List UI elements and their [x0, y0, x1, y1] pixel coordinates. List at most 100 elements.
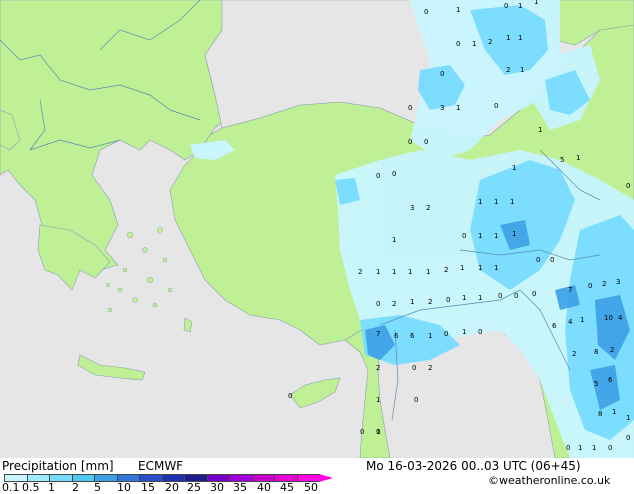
precip-value: 0: [360, 428, 364, 436]
precip-value: 0: [392, 170, 396, 178]
precip-value: 6: [394, 332, 399, 340]
precip-value: 1: [410, 298, 414, 306]
precip-value: 1: [612, 408, 616, 416]
precip-value: 1: [512, 164, 516, 172]
precip-value: 0: [446, 296, 450, 304]
precip-value: 1: [520, 66, 524, 74]
precip-value: 2: [602, 280, 606, 288]
precip-value: 5: [560, 156, 564, 164]
precip-value: 7: [376, 330, 380, 338]
scale-label: 0.5: [22, 481, 40, 494]
precip-value: 4: [618, 314, 623, 322]
precip-value: 1: [478, 198, 482, 206]
precip-value: 1: [376, 268, 380, 276]
precip-value: 2: [392, 300, 396, 308]
precip-value: 0: [566, 444, 570, 452]
precip-value: 6: [608, 376, 613, 384]
precip-value: 0: [608, 444, 612, 452]
scale-label: 40: [257, 481, 271, 494]
precip-value: 3: [410, 204, 414, 212]
precip-value: 0: [414, 396, 418, 404]
precip-value: 1: [494, 264, 498, 272]
precip-value: 0: [498, 292, 502, 300]
precip-value: 0: [514, 292, 518, 300]
precip-value: 1: [478, 264, 482, 272]
precip-value: 6: [410, 332, 415, 340]
precip-value: 0: [408, 104, 412, 112]
precip-value: 1: [592, 444, 596, 452]
scale-label: 25: [187, 481, 201, 494]
precip-value: 2: [610, 346, 614, 354]
precip-value: 1: [392, 236, 396, 244]
scale-label: 20: [165, 481, 179, 494]
precip-value: 1: [506, 34, 510, 42]
precip-value: 1: [456, 104, 460, 112]
precip-value: 1: [426, 268, 430, 276]
precip-value: 10: [604, 314, 613, 322]
precip-value: 6: [552, 322, 557, 330]
precip-value: 3: [616, 278, 620, 286]
scale-label: 2: [72, 481, 79, 494]
precip-value: 1: [472, 40, 476, 48]
precip-value: 2: [426, 204, 430, 212]
precip-value: 2: [444, 266, 448, 274]
precip-value: 2: [376, 364, 380, 372]
precip-value: 0: [376, 172, 380, 180]
precip-value: 0: [456, 40, 460, 48]
precip-value: 2: [358, 268, 362, 276]
precip-value: 1: [494, 232, 498, 240]
precip-value: 0: [440, 70, 444, 78]
precip-value: 0: [588, 282, 592, 290]
precip-value: 0: [626, 182, 630, 190]
valid-datetime: Mo 16-03-2026 00..03 UTC (06+45): [366, 459, 581, 473]
precip-value: 0: [536, 256, 540, 264]
precip-value: 0: [550, 256, 554, 264]
precip-value: 3: [440, 104, 444, 112]
scale-label: 30: [210, 481, 224, 494]
scale-label: 45: [280, 481, 294, 494]
precip-value: 1: [428, 332, 432, 340]
precip-value: 5: [594, 380, 598, 388]
precip-value: 0: [504, 2, 508, 10]
model-name: ECMWF: [138, 459, 184, 473]
precipitation-map: 0101121101021031000151001032111101112111…: [0, 0, 634, 458]
precip-value: 1: [478, 232, 482, 240]
precip-value: 1: [538, 126, 542, 134]
precip-value: 2: [428, 364, 432, 372]
precip-value: 0: [532, 290, 536, 298]
precip-value: 0: [424, 138, 428, 146]
map-title: Precipitation [mm]: [2, 459, 114, 473]
precip-value: 8: [594, 348, 598, 356]
precip-value: 1: [494, 198, 498, 206]
precip-value: 1: [462, 328, 466, 336]
scale-arrow: [319, 474, 333, 482]
precip-value: 1: [578, 444, 582, 452]
scale-label: 5: [94, 481, 101, 494]
precip-value: 2: [506, 66, 510, 74]
precip-value: 0: [408, 138, 412, 146]
map-footer: Precipitation [mm] ECMWF Mo 16-03-2026 0…: [0, 458, 634, 494]
precip-value: 4: [568, 318, 573, 326]
precip-value: 1: [512, 230, 516, 238]
scale-label: 10: [117, 481, 131, 494]
precip-value: 1: [534, 0, 538, 6]
precip-value: 0: [412, 364, 416, 372]
precip-value: 2: [488, 38, 492, 46]
scale-label: 50: [304, 481, 318, 494]
precip-value: 1: [478, 294, 482, 302]
precip-value: 0: [424, 8, 428, 16]
precip-value: 0: [288, 392, 292, 400]
scale-label: 0.1: [2, 481, 20, 494]
precip-value: 0: [444, 330, 448, 338]
scale-label: 1: [48, 481, 55, 494]
precip-value: 7: [568, 286, 572, 294]
precip-value: 1: [462, 294, 466, 302]
scale-label: 15: [141, 481, 155, 494]
precip-value: 1: [626, 414, 630, 422]
precip-value: 0: [626, 434, 630, 442]
map-canvas: 0 1 0 1 12 1 10 10 2 10 3 1 00 015 10 0103 21 1 11 0 1 1 12 1 1 1…: [0, 0, 634, 458]
precip-value: 0: [376, 428, 380, 436]
precip-value: 1: [518, 34, 522, 42]
precip-value: 1: [408, 268, 412, 276]
precip-value: 8: [598, 410, 602, 418]
